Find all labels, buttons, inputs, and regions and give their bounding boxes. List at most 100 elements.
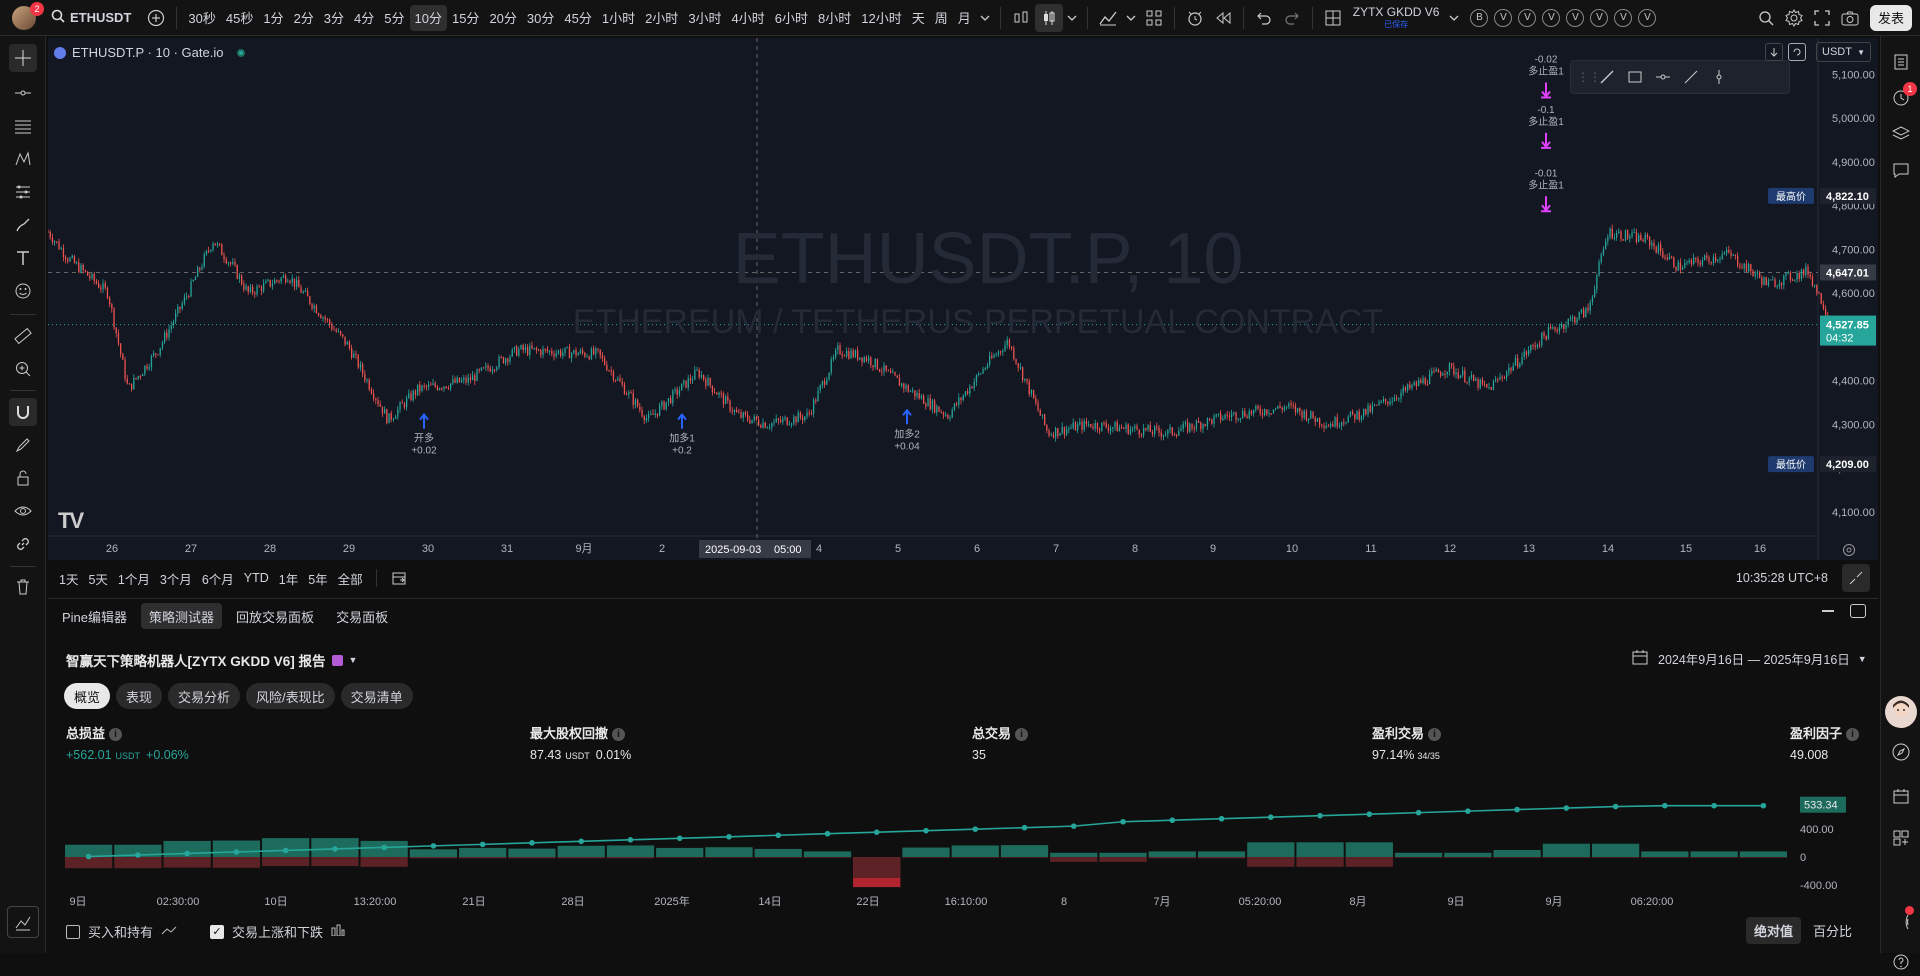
updown-checkbox-row[interactable]: ✓ 交易上涨和下跌 (210, 922, 345, 941)
trend-line-tool-icon[interactable] (9, 79, 37, 107)
calendar-icon[interactable] (1887, 782, 1915, 810)
range-6[interactable]: 1年 (274, 565, 303, 591)
undo-icon[interactable] (1250, 4, 1278, 32)
interval-4[interactable]: 3分 (319, 5, 349, 31)
info-icon[interactable]: i (1015, 728, 1029, 742)
hline-quick-icon[interactable] (1649, 63, 1677, 91)
indicators-dropdown-icon[interactable] (1122, 4, 1140, 32)
range-8[interactable]: 全部 (333, 565, 368, 591)
date-range-selector[interactable]: 2024年9月16日 — 2025年9月16日 ▼ (1632, 649, 1867, 668)
interval-20[interactable]: 周 (930, 5, 953, 31)
pattern-tool-icon[interactable] (9, 145, 37, 173)
range-0[interactable]: 1天 (54, 565, 83, 591)
indicator-toggle-0[interactable]: B (1470, 8, 1489, 27)
object-tree-icon[interactable] (7, 906, 39, 938)
absolute-value-toggle[interactable]: 绝对值 (1746, 917, 1802, 944)
maximize-chart-icon[interactable] (1842, 564, 1870, 592)
layers-icon[interactable] (1887, 120, 1915, 148)
symbol-search[interactable]: ETHUSDT (46, 5, 136, 31)
interval-15[interactable]: 4小时 (727, 5, 770, 31)
trendline-quick-icon[interactable] (1677, 63, 1705, 91)
buyhold-checkbox-row[interactable]: 买入和持有 (66, 922, 177, 941)
trade-marker-5[interactable]: -0.01多止盈1 (1528, 168, 1564, 213)
interval-17[interactable]: 8小时 (813, 5, 856, 31)
auto-scale-icon[interactable] (1788, 43, 1806, 61)
compare-symbol-icon[interactable] (142, 4, 170, 32)
info-icon[interactable]: i (1846, 728, 1860, 742)
link-icon[interactable] (9, 530, 37, 558)
avatar[interactable]: 2 (10, 0, 46, 36)
range-1[interactable]: 5天 (83, 565, 112, 591)
trash-icon[interactable] (9, 573, 37, 601)
info-icon[interactable]: i (1428, 728, 1442, 742)
interval-10[interactable]: 30分 (522, 5, 559, 31)
trade-marker-0[interactable]: 开多+0.02 (411, 413, 437, 457)
interval-21[interactable]: 月 (953, 5, 976, 31)
range-2[interactable]: 1个月 (113, 565, 155, 591)
fib-tool-icon[interactable] (9, 112, 37, 140)
interval-16[interactable]: 6小时 (770, 5, 813, 31)
alert-icon[interactable] (1181, 4, 1209, 32)
chart-settings-gear-icon[interactable] (1842, 543, 1856, 557)
interval-6[interactable]: 5分 (379, 5, 409, 31)
publish-button[interactable]: 发表 (1869, 4, 1912, 31)
buyhold-checkbox[interactable] (66, 924, 80, 939)
scale-down-icon[interactable] (1765, 43, 1783, 61)
chart-pane[interactable]: 5,100.00 5,000.00 4,900.00 4,800.00 4,700.00… (48, 38, 1878, 560)
emoji-tool-icon[interactable] (9, 277, 37, 305)
bar-chart-type-icon[interactable] (1007, 4, 1035, 32)
brush-quick-icon[interactable] (1593, 63, 1621, 91)
interval-9[interactable]: 20分 (484, 5, 521, 31)
stay-drawing-icon[interactable] (9, 431, 37, 459)
chart-type-dropdown-icon[interactable] (1063, 4, 1081, 32)
report-subtab-2[interactable]: 交易分析 (168, 683, 241, 709)
projection-tool-icon[interactable] (9, 178, 37, 206)
report-subtab-4[interactable]: 交易清单 (340, 683, 413, 709)
indicator-toggle-3[interactable]: V (1542, 8, 1561, 27)
indicator-toggle-5[interactable]: V (1590, 8, 1609, 27)
zoom-in-icon[interactable] (9, 355, 37, 383)
info-icon[interactable]: i (109, 728, 123, 742)
magnet-icon[interactable] (9, 398, 37, 426)
maximize-panel-icon[interactable] (1850, 604, 1866, 618)
crosshair-tool-icon[interactable] (9, 44, 37, 72)
panel-tab-3[interactable]: 交易面板 (328, 603, 396, 629)
report-subtab-1[interactable]: 表现 (116, 683, 163, 709)
trade-marker-3[interactable]: -0.02多止盈1 (1528, 55, 1564, 99)
range-7[interactable]: 5年 (303, 565, 332, 591)
panel-tab-2[interactable]: 回放交易面板 (228, 603, 322, 629)
eye-icon[interactable] (9, 497, 37, 525)
help-icon[interactable] (1887, 948, 1915, 976)
indicator-toggle-2[interactable]: V (1518, 8, 1537, 27)
support-avatar[interactable] (1885, 696, 1917, 728)
strategy-dropdown-icon[interactable]: ▼ (349, 655, 358, 665)
interval-3[interactable]: 2分 (289, 5, 319, 31)
interval-0[interactable]: 30秒 (183, 5, 220, 31)
templates-icon[interactable] (1140, 4, 1168, 32)
equity-chart[interactable]: 400.00 0 -400.00 533.34 9日 02:30:00 10日 13:20:0… (48, 775, 1878, 915)
range-5[interactable]: YTD (239, 565, 274, 591)
apps-icon[interactable] (1887, 824, 1915, 852)
interval-11[interactable]: 45分 (559, 5, 596, 31)
broadcast-icon[interactable] (1887, 906, 1915, 936)
interval-19[interactable]: 天 (907, 5, 930, 31)
percent-toggle[interactable]: 百分比 (1805, 917, 1860, 944)
interval-dropdown-icon[interactable] (976, 4, 994, 32)
drag-handle-icon[interactable]: ⋮⋮ (1577, 70, 1601, 84)
quick-search-icon[interactable] (1752, 4, 1780, 32)
currency-selector[interactable]: USDT ▼ (1816, 42, 1871, 62)
range-3[interactable]: 3个月 (155, 565, 197, 591)
interval-5[interactable]: 4分 (349, 5, 379, 31)
indicators-icon[interactable] (1094, 4, 1122, 32)
indicator-selector[interactable]: ZYTX GKDD V6 已保存 (1353, 5, 1440, 30)
chat-icon[interactable] (1887, 156, 1915, 184)
indicator-toggle-7[interactable]: V (1638, 8, 1657, 27)
interval-13[interactable]: 2小时 (640, 5, 683, 31)
compass-icon[interactable] (1887, 738, 1915, 766)
interval-7[interactable]: 10分 (409, 4, 447, 31)
indicator-dropdown-icon[interactable] (1445, 4, 1463, 32)
range-4[interactable]: 6个月 (197, 565, 239, 591)
layout-icon[interactable] (1319, 4, 1347, 32)
lock-icon[interactable] (9, 464, 37, 492)
ruler-tool-icon[interactable] (9, 322, 37, 350)
